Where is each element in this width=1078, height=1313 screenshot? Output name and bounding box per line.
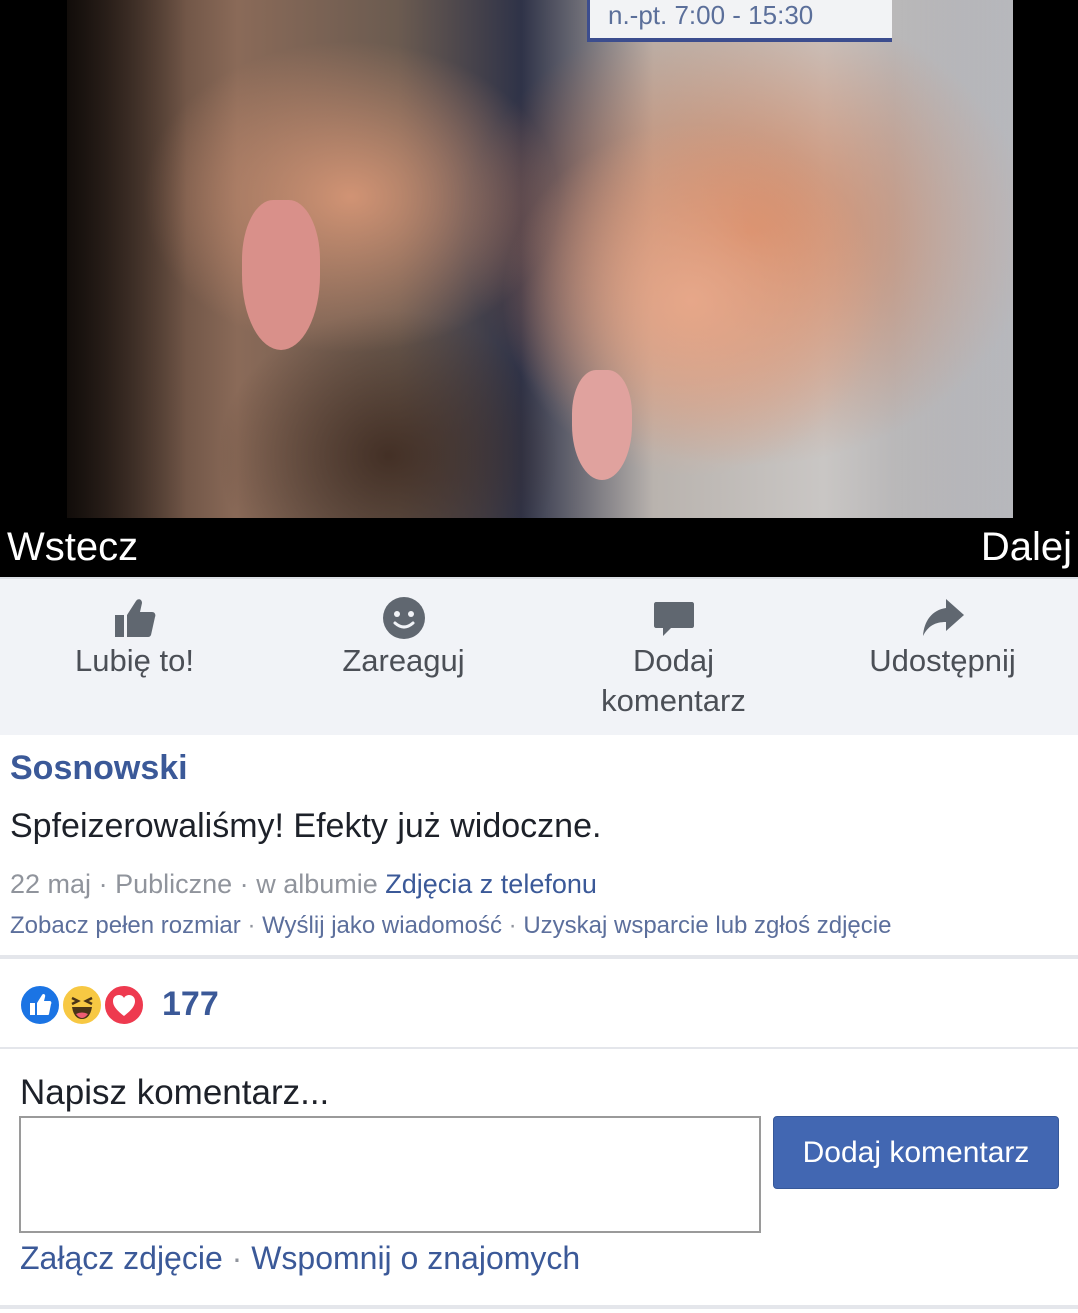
send-as-message-link[interactable]: Wyślij jako wiadomość — [262, 912, 502, 939]
share-label: Udostępnij — [869, 643, 1016, 678]
thumbs-up-icon — [114, 599, 155, 637]
post-privacy: Publiczne — [115, 869, 233, 899]
photo-sign: n.-pt. 7:00 - 15:30 — [587, 0, 892, 42]
photo-shadow — [67, 0, 187, 518]
photo-viewer: n.-pt. 7:00 - 15:30 Wstecz Dalej — [0, 0, 1078, 577]
smiley-icon — [382, 597, 425, 639]
comment-prompt: Napisz komentarz... — [20, 1073, 330, 1112]
view-full-size-link[interactable]: Zobacz pełen rozmiar — [10, 912, 241, 939]
next-photo-link[interactable]: Dalej — [981, 521, 1072, 573]
react-button[interactable]: Zareaguj — [269, 579, 538, 737]
comment-label-line2: komentarz — [601, 683, 746, 718]
share-button[interactable]: Udostępnij — [808, 579, 1077, 737]
love-reaction-icon — [102, 983, 146, 1027]
post-info: Sosnowski Spfeizerowaliśmy! Efekty już w… — [0, 735, 1078, 957]
album-link[interactable]: Zdjęcia z telefonu — [385, 869, 597, 899]
post-meta: 22 maj · Publiczne · w albumie Zdjęcia z… — [10, 869, 597, 900]
add-comment-button[interactable]: Dodaj komentarz — [773, 1116, 1059, 1189]
divider — [0, 1047, 1078, 1049]
react-label: Zareaguj — [342, 643, 465, 678]
photo-detail — [572, 370, 632, 480]
comment-icon — [653, 602, 694, 636]
action-bar: Lubię to! Zareaguj Dodaj komentarz Udost… — [0, 577, 1078, 735]
links-separator: · — [247, 912, 256, 939]
meta-separator: · — [239, 869, 249, 899]
share-arrow-icon — [922, 599, 964, 636]
photo-detail — [242, 200, 320, 350]
report-photo-link[interactable]: Uzyskaj wsparcie lub zgłoś zdjęcie — [523, 912, 891, 939]
comment-input[interactable] — [19, 1116, 761, 1233]
album-prefix: w albumie — [256, 869, 378, 899]
reactions-summary[interactable]: 177 — [0, 959, 1078, 1049]
reaction-count: 177 — [162, 985, 219, 1023]
like-label: Lubię to! — [75, 643, 194, 678]
links-separator: · — [508, 912, 517, 939]
author-name-link[interactable]: Sosnowski — [10, 749, 188, 788]
photo-options: Zobacz pełen rozmiar · Wyślij jako wiado… — [10, 912, 891, 940]
like-button[interactable]: Lubię to! — [0, 579, 269, 737]
post-photo[interactable]: n.-pt. 7:00 - 15:30 — [67, 0, 1013, 518]
mention-friends-link[interactable]: Wspomnij o znajomych — [251, 1240, 580, 1276]
previous-photo-link[interactable]: Wstecz — [7, 521, 138, 573]
post-date[interactable]: 22 maj — [10, 869, 91, 899]
divider — [0, 1305, 1078, 1309]
comment-label-line1: Dodaj — [633, 643, 714, 678]
comment-button[interactable]: Dodaj komentarz — [539, 579, 808, 737]
haha-reaction-icon — [60, 983, 104, 1027]
like-reaction-icon — [18, 983, 62, 1027]
post-caption: Spfeizerowaliśmy! Efekty już widoczne. — [10, 807, 602, 845]
photo-highlight — [893, 0, 1013, 518]
links-separator: · — [231, 1240, 243, 1276]
attach-photo-link[interactable]: Załącz zdjęcie — [20, 1240, 223, 1276]
comment-options: Załącz zdjęcie · Wspomnij o znajomych — [20, 1240, 580, 1277]
meta-separator: · — [98, 869, 108, 899]
